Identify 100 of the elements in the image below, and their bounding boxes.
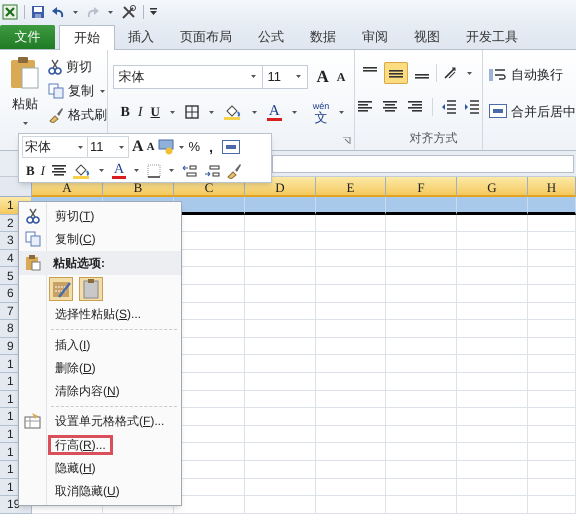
ribbon-tab[interactable]: 插入 <box>115 25 167 49</box>
caret-icon[interactable] <box>208 110 214 114</box>
table-cell[interactable] <box>457 408 528 426</box>
table-cell[interactable] <box>316 443 386 461</box>
table-cell[interactable] <box>457 355 528 373</box>
table-cell[interactable] <box>386 460 457 478</box>
table-cell[interactable] <box>386 390 457 408</box>
table-cell[interactable] <box>316 232 386 250</box>
table-cell[interactable] <box>457 197 528 215</box>
redo-icon[interactable] <box>86 6 100 18</box>
increase-indent-icon[interactable] <box>465 100 480 114</box>
menu-item[interactable]: 行高(R)... <box>48 434 113 455</box>
brush-icon[interactable] <box>48 107 64 123</box>
accounting-format-icon[interactable] <box>158 139 174 155</box>
table-cell[interactable] <box>457 372 528 391</box>
table-cell[interactable] <box>528 214 576 232</box>
table-cell[interactable] <box>316 355 386 373</box>
table-cell[interactable] <box>245 302 316 320</box>
grow-font-button[interactable]: A <box>316 64 329 90</box>
caret-icon[interactable] <box>169 169 174 172</box>
ribbon-tab[interactable]: 页面布局 <box>167 25 245 49</box>
table-cell[interactable] <box>457 478 528 496</box>
menu-item[interactable]: 复制(C) <box>48 228 103 249</box>
table-cell[interactable] <box>245 250 316 268</box>
font-size-field[interactable]: 11 <box>262 64 308 89</box>
shrink-font-button[interactable]: A <box>146 138 155 156</box>
scissors-icon[interactable] <box>48 59 62 75</box>
table-cell[interactable] <box>528 426 576 444</box>
caret-icon[interactable] <box>99 169 104 172</box>
table-cell[interactable] <box>245 197 316 215</box>
table-cell[interactable] <box>457 338 528 356</box>
font-name-field[interactable]: 宋体 <box>22 136 88 158</box>
caret-icon[interactable] <box>73 10 78 14</box>
table-cell[interactable] <box>316 284 386 303</box>
table-cell[interactable] <box>457 443 528 461</box>
table-cell[interactable] <box>457 232 528 250</box>
menu-item[interactable]: 插入(I) <box>48 334 98 355</box>
ribbon-tab[interactable]: 公式 <box>245 25 297 49</box>
format-painter-button[interactable]: 格式刷 <box>68 105 107 125</box>
font-color-button[interactable]: A <box>112 162 126 179</box>
table-cell[interactable] <box>528 267 576 285</box>
table-cell[interactable] <box>316 496 386 514</box>
table-cell[interactable] <box>316 320 386 338</box>
table-cell[interactable] <box>528 302 576 320</box>
column-header[interactable]: F <box>386 177 457 197</box>
table-cell[interactable] <box>386 496 457 514</box>
caret-icon[interactable] <box>339 110 344 114</box>
table-cell[interactable] <box>245 284 316 303</box>
table-cell[interactable] <box>316 426 386 444</box>
caret-icon[interactable] <box>134 169 140 172</box>
paste-option-icon[interactable] <box>49 276 73 301</box>
phonetic-button[interactable]: wén 文 <box>312 100 330 124</box>
table-cell[interactable] <box>386 355 457 373</box>
borders-icon[interactable] <box>147 164 162 178</box>
borders-icon[interactable] <box>184 105 199 119</box>
tools-icon[interactable] <box>121 4 137 20</box>
merge-center-button[interactable]: 合并后居中 <box>511 102 576 121</box>
caret-icon[interactable] <box>467 72 472 74</box>
table-cell[interactable] <box>316 478 386 496</box>
table-cell[interactable] <box>316 408 386 426</box>
table-cell[interactable] <box>245 443 316 461</box>
table-cell[interactable] <box>245 232 316 250</box>
increase-decimal-icon[interactable] <box>182 164 198 178</box>
table-cell[interactable] <box>457 460 528 478</box>
table-cell[interactable] <box>386 372 457 391</box>
middle-align-button[interactable] <box>384 62 408 84</box>
table-cell[interactable] <box>245 338 316 356</box>
ribbon-tab[interactable]: 视图 <box>401 25 453 49</box>
paste-button[interactable]: 粘贴 <box>12 94 38 114</box>
table-cell[interactable] <box>316 390 386 408</box>
menu-item[interactable]: 设置单元格格式(F)... <box>48 411 172 432</box>
copy-icon[interactable] <box>48 83 64 99</box>
undo-icon[interactable] <box>51 6 65 18</box>
formula-field[interactable] <box>272 154 574 172</box>
menu-item[interactable]: 选择性粘贴(S)... <box>48 304 148 324</box>
table-cell[interactable] <box>316 302 386 320</box>
table-cell[interactable] <box>386 267 457 285</box>
wrap-text-button[interactable]: 自动换行 <box>511 65 563 84</box>
table-cell[interactable] <box>386 426 457 444</box>
center-align-icon[interactable] <box>51 164 68 178</box>
table-cell[interactable] <box>457 302 528 320</box>
table-cell[interactable] <box>245 390 316 408</box>
column-header[interactable]: G <box>457 177 528 197</box>
font-size-field[interactable]: 11 <box>87 136 129 158</box>
caret-icon[interactable] <box>170 110 175 114</box>
table-cell[interactable] <box>386 232 457 250</box>
table-cell[interactable] <box>528 250 576 268</box>
right-align-icon[interactable] <box>407 100 424 114</box>
table-cell[interactable] <box>316 197 386 215</box>
column-header[interactable]: E <box>316 177 386 197</box>
table-cell[interactable] <box>174 197 245 215</box>
shrink-font-button[interactable]: A <box>336 68 346 86</box>
ribbon-tab[interactable]: 开发工具 <box>453 25 531 49</box>
table-cell[interactable] <box>528 320 576 338</box>
table-cell[interactable] <box>245 355 316 373</box>
table-cell[interactable] <box>528 460 576 478</box>
menu-item[interactable]: 剪切(T) <box>48 206 102 226</box>
table-cell[interactable] <box>316 214 386 232</box>
grow-font-button[interactable]: A <box>132 135 144 159</box>
italic-button[interactable]: I <box>138 102 142 122</box>
